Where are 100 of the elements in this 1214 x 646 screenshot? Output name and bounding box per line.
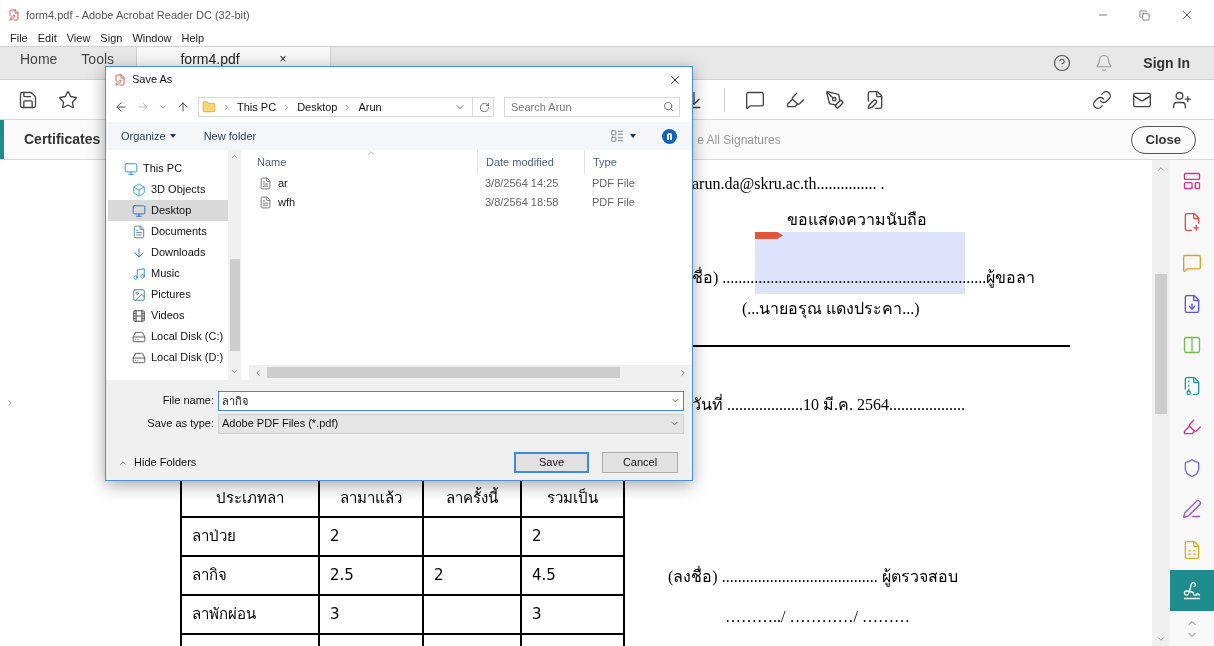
file-name[interactable]: ar xyxy=(278,175,288,192)
comment-icon[interactable] xyxy=(745,89,765,110)
scroll-right-icon[interactable] xyxy=(678,367,688,378)
up-icon[interactable] xyxy=(176,100,190,114)
save-button[interactable]: Save xyxy=(514,452,589,473)
scroll-left-icon[interactable] xyxy=(253,367,263,378)
nav-item[interactable]: Documents xyxy=(108,221,228,242)
file-type: PDF File xyxy=(591,176,635,192)
search-field[interactable]: Search Arun xyxy=(504,97,680,117)
table-cell: 3 xyxy=(521,595,624,634)
nav-item[interactable]: Pictures xyxy=(108,284,228,305)
download-icon xyxy=(132,245,146,260)
breadcrumb[interactable]: This PC xyxy=(237,98,277,116)
nav-item[interactable]: Downloads xyxy=(108,242,228,263)
menu-item[interactable]: Sign xyxy=(100,29,123,47)
file-name[interactable]: wfh xyxy=(278,194,296,211)
table-cell: ลาป่วย xyxy=(181,517,319,556)
file-date: 3/8/2564 18:58 xyxy=(484,195,560,211)
link-icon[interactable] xyxy=(1092,89,1112,110)
hide-folders-button[interactable]: Hide Folders xyxy=(114,454,197,471)
file-date: 3/8/2564 14:25 xyxy=(484,176,560,192)
nav-item[interactable]: Local Disk (C:) xyxy=(108,326,228,347)
breadcrumb[interactable]: Arun xyxy=(358,98,382,116)
monitor-icon xyxy=(132,203,146,218)
sign-in-button[interactable]: Sign In xyxy=(1143,52,1190,74)
menu-item[interactable]: Window xyxy=(132,29,172,47)
address-bar[interactable]: This PC Desktop Arun xyxy=(198,97,494,117)
tool-button[interactable] xyxy=(1170,570,1214,611)
tab[interactable]: Home xyxy=(8,47,70,79)
nav-label: Music xyxy=(151,266,180,282)
monitor-icon xyxy=(124,161,138,176)
close-icon[interactable] xyxy=(1180,8,1194,22)
file-name-field[interactable]: ลากิจ xyxy=(218,390,684,411)
nav-item[interactable]: Local Disk (D:) xyxy=(108,347,228,368)
bell-icon[interactable] xyxy=(1095,54,1114,72)
drive-icon xyxy=(132,350,146,365)
scroll-up-icon[interactable] xyxy=(230,152,239,161)
layout-icon xyxy=(1182,170,1202,191)
nav-item[interactable]: This PC xyxy=(108,158,228,179)
history-icon[interactable] xyxy=(158,102,168,112)
shield-icon xyxy=(1182,457,1202,478)
scrollbar[interactable] xyxy=(1152,160,1170,646)
table-cell: 2 xyxy=(423,556,521,595)
column-header[interactable]: Name xyxy=(249,150,477,174)
expand-icon[interactable] xyxy=(5,398,15,408)
horizontal-scrollbar[interactable] xyxy=(249,365,692,380)
caret-icon xyxy=(169,134,176,138)
breadcrumb[interactable]: Desktop xyxy=(297,98,338,116)
nav-label: Videos xyxy=(151,308,185,324)
film-icon xyxy=(132,308,146,323)
table-cell: 2 xyxy=(319,517,423,556)
file-archive-icon xyxy=(1182,375,1202,396)
scrollbar-thumb[interactable] xyxy=(229,259,240,351)
scrollbar-thumb[interactable] xyxy=(267,367,620,378)
tab[interactable]: Tools xyxy=(69,47,127,79)
scrollbar-thumb[interactable] xyxy=(1155,274,1167,414)
nav-label: Pictures xyxy=(151,287,191,303)
list-view-icon xyxy=(610,129,624,143)
drive-icon xyxy=(132,329,146,344)
menu-item[interactable]: Help xyxy=(181,29,205,47)
edit-document-icon[interactable] xyxy=(865,89,885,110)
view-button[interactable] xyxy=(610,129,636,143)
nav-label: Desktop xyxy=(151,203,192,219)
column-header[interactable]: Type xyxy=(584,150,617,174)
nav-label: Downloads xyxy=(151,245,206,261)
nav-item[interactable]: 3D Objects xyxy=(108,179,228,200)
menu-item[interactable]: View xyxy=(66,29,91,47)
nav-item[interactable]: Videos xyxy=(108,305,228,326)
pdf-icon xyxy=(8,9,20,21)
nav-label: Documents xyxy=(151,224,207,240)
caret-icon xyxy=(630,134,636,138)
menu-item[interactable]: Edit xyxy=(37,29,57,47)
menu-item[interactable]: File xyxy=(10,29,28,47)
tag-icon xyxy=(755,232,783,239)
scroll-down-icon[interactable] xyxy=(230,367,239,376)
type-select[interactable]: Adobe PDF Files (*.pdf) xyxy=(218,413,684,434)
scroll-down-icon[interactable] xyxy=(1156,634,1166,644)
star-icon[interactable] xyxy=(58,89,78,110)
pdf-icon xyxy=(114,73,126,86)
back-icon[interactable] xyxy=(114,100,128,114)
cancel-button[interactable]: Cancel xyxy=(602,452,678,473)
pdf-file-icon xyxy=(259,196,272,209)
nav-scrollbar[interactable] xyxy=(228,150,241,380)
pdf-file-icon xyxy=(259,177,272,190)
nav-item[interactable]: Music xyxy=(108,263,228,284)
organize-button[interactable]: Organize xyxy=(121,127,176,145)
new-folder-button[interactable]: New folder xyxy=(203,127,257,145)
forward-icon[interactable] xyxy=(136,100,150,114)
refresh-icon[interactable] xyxy=(479,101,490,113)
save-icon[interactable] xyxy=(18,89,38,110)
add-user-icon[interactable] xyxy=(1172,89,1192,110)
panel-title: Certificates xyxy=(24,130,101,149)
restore-icon[interactable] xyxy=(1139,9,1150,21)
columns-icon xyxy=(1182,334,1202,355)
scroll-up-icon[interactable] xyxy=(1156,164,1166,174)
nav-item[interactable]: Desktop xyxy=(108,200,228,221)
file-name-label: File name: xyxy=(161,393,215,409)
pen-icon[interactable] xyxy=(825,89,845,110)
column-header[interactable]: Date modified xyxy=(477,150,584,174)
music-icon xyxy=(132,266,146,281)
